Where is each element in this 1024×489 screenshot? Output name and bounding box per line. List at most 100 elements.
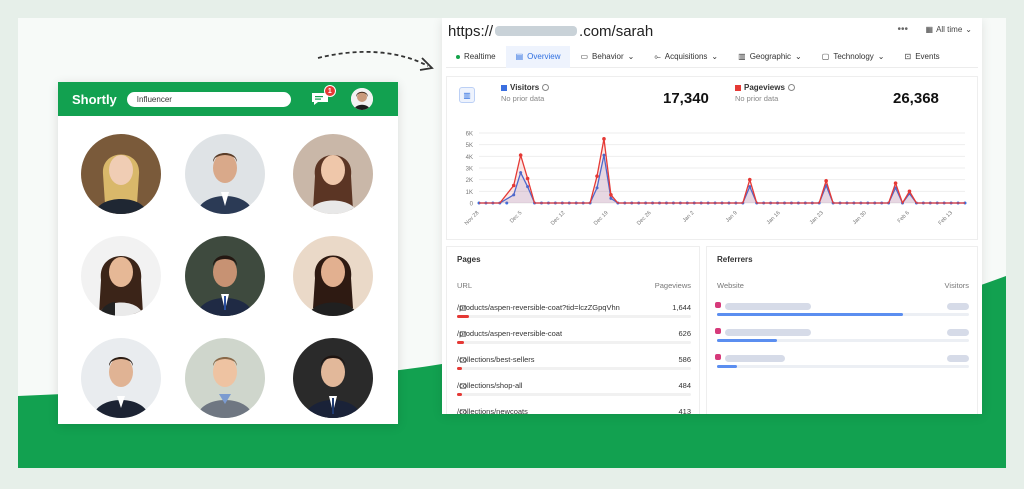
- overview-icon: ▤: [515, 52, 524, 61]
- y-tick-label: 6K: [466, 132, 473, 138]
- progress-bar: [717, 313, 904, 316]
- pageviews-column-header: Pageviews: [654, 281, 691, 290]
- referrer-row[interactable]: [715, 302, 969, 319]
- tab-realtime[interactable]: Realtime: [446, 46, 506, 68]
- chevron-down-icon: ⌄: [965, 25, 972, 34]
- instagram-icon: [715, 354, 721, 360]
- instagram-icon: [715, 302, 721, 308]
- data-point: [609, 193, 613, 197]
- influencer-photo[interactable]: [185, 134, 265, 214]
- website-column-header: Website: [717, 281, 744, 290]
- traffic-line-chart: 0 1K 2K 3K 4K 5K 6K Nov 28 Dec 5 Dec 12 Dec 19 Dec …: [464, 132, 967, 227]
- tab-overview[interactable]: ▤ Overview: [505, 45, 571, 68]
- page-url[interactable]: /collections/newcoats: [457, 407, 528, 414]
- more-options-icon[interactable]: •••: [897, 24, 908, 35]
- data-point: [511, 183, 516, 188]
- progress-track: [457, 315, 691, 318]
- progress-bar: [457, 393, 462, 396]
- blurred-referrer-value: [947, 303, 969, 310]
- blurred-referrer-name: [725, 355, 785, 362]
- progress-bar: [717, 365, 738, 368]
- shortly-app-card: Shortly Influencer 1: [58, 82, 398, 424]
- tab-geographic[interactable]: ▥ Geographic ⌄: [728, 46, 812, 68]
- blurred-referrer-name: [725, 303, 811, 310]
- chart-toggle-icon[interactable]: ▥: [459, 87, 475, 103]
- x-tick-label: Jan 30: [852, 210, 868, 226]
- tab-events[interactable]: ⊡ Events: [895, 46, 950, 68]
- x-tick-label: Dec 26: [636, 210, 653, 227]
- y-tick-label: 5K: [466, 143, 473, 149]
- referrers-panel: Referrers Website Visitors: [706, 246, 978, 414]
- info-icon: [542, 84, 550, 91]
- user-avatar[interactable]: [350, 88, 373, 110]
- influencer-photo[interactable]: [293, 338, 373, 418]
- influencer-photo[interactable]: [185, 236, 265, 316]
- tab-behavior[interactable]: ▭ Behavior ⌄: [570, 46, 644, 68]
- chevron-down-icon: ⌄: [627, 52, 635, 61]
- page-url[interactable]: /collections/best-sellers: [457, 355, 535, 364]
- analytics-tabs: Realtime ▤ Overview ▭ Behavior ⌄ ⟜ Acquisiti…: [446, 45, 978, 68]
- tab-label: Technology: [833, 52, 874, 61]
- influencer-photo[interactable]: [81, 338, 161, 418]
- visitors-sub: No prior data: [501, 94, 545, 103]
- visitors-label: Visitors: [510, 83, 540, 92]
- acquisitions-icon: ⟜: [654, 51, 661, 61]
- pages-panel: Pages URL Pageviews /products/aspen-reve…: [446, 246, 700, 414]
- influencer-photo[interactable]: [293, 134, 373, 214]
- influencer-photo[interactable]: [81, 134, 161, 214]
- info-icon: [787, 84, 795, 91]
- referrer-row[interactable]: [715, 328, 969, 345]
- page-row[interactable]: /products/aspen-reversible-coat?tid=lczZ…: [457, 303, 691, 318]
- referrer-row[interactable]: [715, 354, 969, 371]
- data-point: [824, 179, 828, 183]
- page-url[interactable]: /collections/shop-all: [457, 381, 522, 390]
- instagram-icon: [715, 328, 721, 334]
- tab-label: Events: [915, 52, 940, 61]
- tab-acquisitions[interactable]: ⟜ Acquisitions ⌄: [644, 46, 728, 68]
- page-row[interactable]: /collections/newcoats 413: [457, 407, 691, 414]
- visitors-column-header: Visitors: [944, 281, 969, 290]
- brand-logo: Shortly: [72, 91, 117, 107]
- page-views: 1,644: [672, 303, 691, 312]
- referrers-title: Referrers: [717, 255, 753, 264]
- tab-label: Geographic: [749, 52, 792, 61]
- chevron-down-icon: ⌄: [877, 52, 885, 61]
- progress-track: [457, 341, 691, 344]
- page-row[interactable]: /collections/best-sellers 586: [457, 355, 691, 370]
- data-point: [747, 177, 752, 182]
- page-views: 586: [678, 355, 691, 364]
- visitors-stat[interactable]: Visitors No prior data: [501, 83, 550, 103]
- behavior-icon: ▭: [580, 52, 589, 61]
- blurred-referrer-value: [947, 355, 969, 362]
- data-point: [525, 176, 530, 181]
- x-tick-label: Nov 28: [464, 210, 481, 227]
- data-point: [518, 153, 523, 157]
- blurred-domain: [495, 26, 578, 36]
- page-row[interactable]: /products/aspen-reversible-coat 626: [457, 329, 691, 344]
- date-range-select[interactable]: ▦ All time ⌄: [926, 25, 973, 34]
- influencer-photo[interactable]: [81, 236, 161, 316]
- chat-icon[interactable]: 1: [311, 85, 336, 106]
- x-tick-label: Dec 12: [550, 210, 567, 227]
- data-point: [602, 137, 606, 141]
- y-tick-label: 4K: [466, 155, 473, 161]
- url-prefix: https://: [448, 22, 494, 40]
- pageviews-label: Pageviews: [744, 83, 785, 92]
- data-point: [893, 181, 898, 185]
- page-row[interactable]: /collections/shop-all 484: [457, 381, 691, 396]
- progress-track: [717, 365, 969, 368]
- tab-technology[interactable]: ▢ Technology ⌄: [812, 46, 895, 68]
- search-input[interactable]: Influencer: [126, 91, 291, 107]
- pageviews-swatch: [735, 84, 741, 91]
- progress-track: [457, 393, 691, 396]
- page-url[interactable]: /products/aspen-reversible-coat: [457, 329, 562, 338]
- influencer-photo[interactable]: [185, 338, 265, 418]
- page-url[interactable]: /products/aspen-reversible-coat?tid=lczZ…: [457, 303, 620, 312]
- pageviews-stat[interactable]: Pageviews No prior data: [735, 83, 795, 103]
- stats-panel: ▥ Visitors No prior data 17,340 Pageview…: [446, 76, 978, 240]
- search-value: Influencer: [136, 94, 172, 104]
- y-tick-label: 1K: [466, 190, 473, 196]
- visitors-swatch: [501, 84, 507, 91]
- notification-badge: 1: [323, 85, 336, 97]
- influencer-photo[interactable]: [293, 236, 373, 316]
